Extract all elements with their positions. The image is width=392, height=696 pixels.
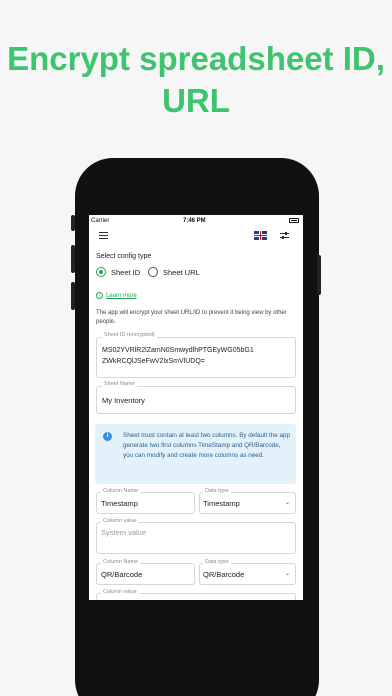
app-screen: Carrier 7:46 PM Select config type Sheet… <box>89 215 303 600</box>
column-2-value-label: Column value <box>101 589 139 595</box>
alert-info-icon: i <box>103 432 112 441</box>
menu-icon[interactable] <box>99 232 108 239</box>
volume-up-button <box>71 245 75 273</box>
config-description: The app will encrypt your sheet URL/ID t… <box>96 310 287 325</box>
sheet-id-value-line2: ZWkRCQlJSeFwV2lxSmVlUDQ= <box>102 358 205 365</box>
battery-icon <box>289 218 299 223</box>
uk-flag-icon[interactable] <box>254 231 267 240</box>
column-1-type-label: Data type <box>203 488 231 494</box>
sheet-id-value-line1: MS02YVRlR2lZamN0SmwydlhPTGEyWG05bG1 <box>102 347 254 354</box>
learn-more-link[interactable]: Learn more <box>106 293 137 299</box>
sheet-name-value: My Inventory <box>102 396 145 405</box>
radio-sheet-url[interactable] <box>148 267 158 277</box>
status-bar: Carrier 7:46 PM <box>89 215 303 227</box>
column-1-value-label: Column value <box>101 518 139 524</box>
column-1-name-label: Column Name <box>101 488 141 494</box>
app-bar <box>89 227 303 247</box>
radio-sheet-id[interactable] <box>96 267 106 277</box>
radio-sheet-id-label[interactable]: Sheet ID <box>111 268 140 277</box>
tune-icon[interactable] <box>280 232 289 240</box>
column-2-type-value: QR/Barcode <box>203 570 245 579</box>
carrier-label: Carrier <box>91 218 110 224</box>
radio-sheet-url-label[interactable]: Sheet URL <box>163 268 200 277</box>
chevron-down-icon: ⌄ <box>285 500 291 506</box>
app-store-screenshot: Encrypt spreadsheet ID, URL Carrier 7:46… <box>0 0 392 696</box>
chevron-down-icon: ⌄ <box>285 571 291 577</box>
config-type-title: Select config type <box>96 253 152 260</box>
mute-switch <box>71 215 75 231</box>
alert-text: Sheet must contain at least two columns.… <box>123 432 290 459</box>
clock: 7:46 PM <box>183 218 206 224</box>
power-button <box>317 255 321 295</box>
column-1-name-value: Timestamp <box>101 499 138 508</box>
column-2-name-value: QR/Barcode <box>101 570 143 579</box>
sheet-id-label: Sheet ID (encrypted) <box>102 332 157 338</box>
column-2-name-label: Column Name <box>101 559 141 565</box>
column-1-value-placeholder: System value <box>101 528 147 537</box>
column-2-type-label: Data type <box>203 559 231 565</box>
columns-info-alert: i Sheet must contain at least two column… <box>95 424 296 484</box>
sheet-name-label: Sheet Name <box>102 381 137 387</box>
headline: Encrypt spreadsheet ID, URL <box>7 40 385 119</box>
volume-down-button <box>71 282 75 310</box>
column-1-value-field[interactable] <box>96 522 296 554</box>
info-icon: i <box>96 292 103 299</box>
column-1-type-value: Timestamp <box>203 499 240 508</box>
